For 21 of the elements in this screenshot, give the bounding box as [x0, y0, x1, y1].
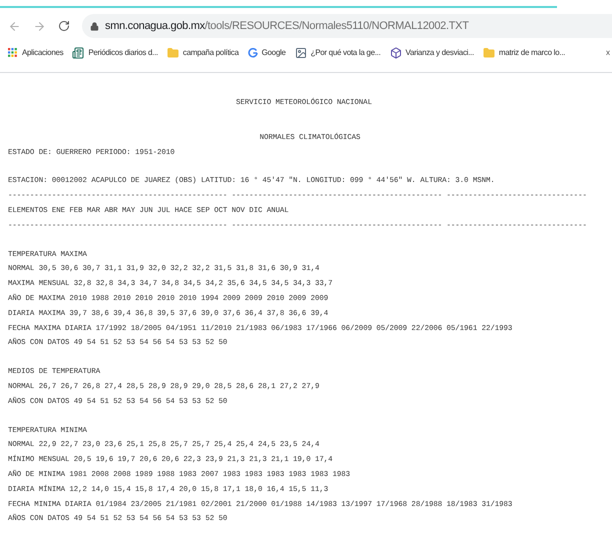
- cube-icon: [390, 47, 402, 59]
- forward-icon[interactable]: [33, 20, 46, 32]
- back-icon[interactable]: [8, 20, 21, 32]
- bookmark-link[interactable]: campaña política: [182, 47, 239, 59]
- bookmark-link[interactable]: ¿Por qué vota la ge...: [310, 47, 380, 59]
- folder-icon: [166, 47, 179, 59]
- bookmark-link[interactable]: Periódicos diarios d...: [88, 47, 158, 59]
- newspaper-icon: [72, 47, 84, 59]
- bookmark-link[interactable]: Google: [262, 47, 286, 59]
- google-logo-icon: [248, 48, 258, 58]
- bookmark-link[interactable]: matriz de marco lo...: [498, 47, 566, 59]
- url-text: smn.conagua.gob.mx/tools/RESOURCES/Normales5110/NORMAL12002.TXT: [105, 18, 469, 34]
- overflow-text[interactable]: x: [606, 47, 612, 59]
- image-icon: [294, 47, 307, 59]
- reload-icon[interactable]: [58, 20, 70, 32]
- apps-grid-icon: [8, 48, 18, 58]
- bookmark-link[interactable]: Aplicaciones: [22, 47, 64, 59]
- lock-icon: [90, 22, 99, 30]
- folder-icon: [482, 47, 495, 59]
- bookmark-link[interactable]: Varianza y desviaci...: [406, 47, 474, 59]
- address-bar[interactable]: smn.conagua.gob.mx/tools/RESOURCES/Normales5110/NORMAL12002.TXT: [82, 14, 612, 38]
